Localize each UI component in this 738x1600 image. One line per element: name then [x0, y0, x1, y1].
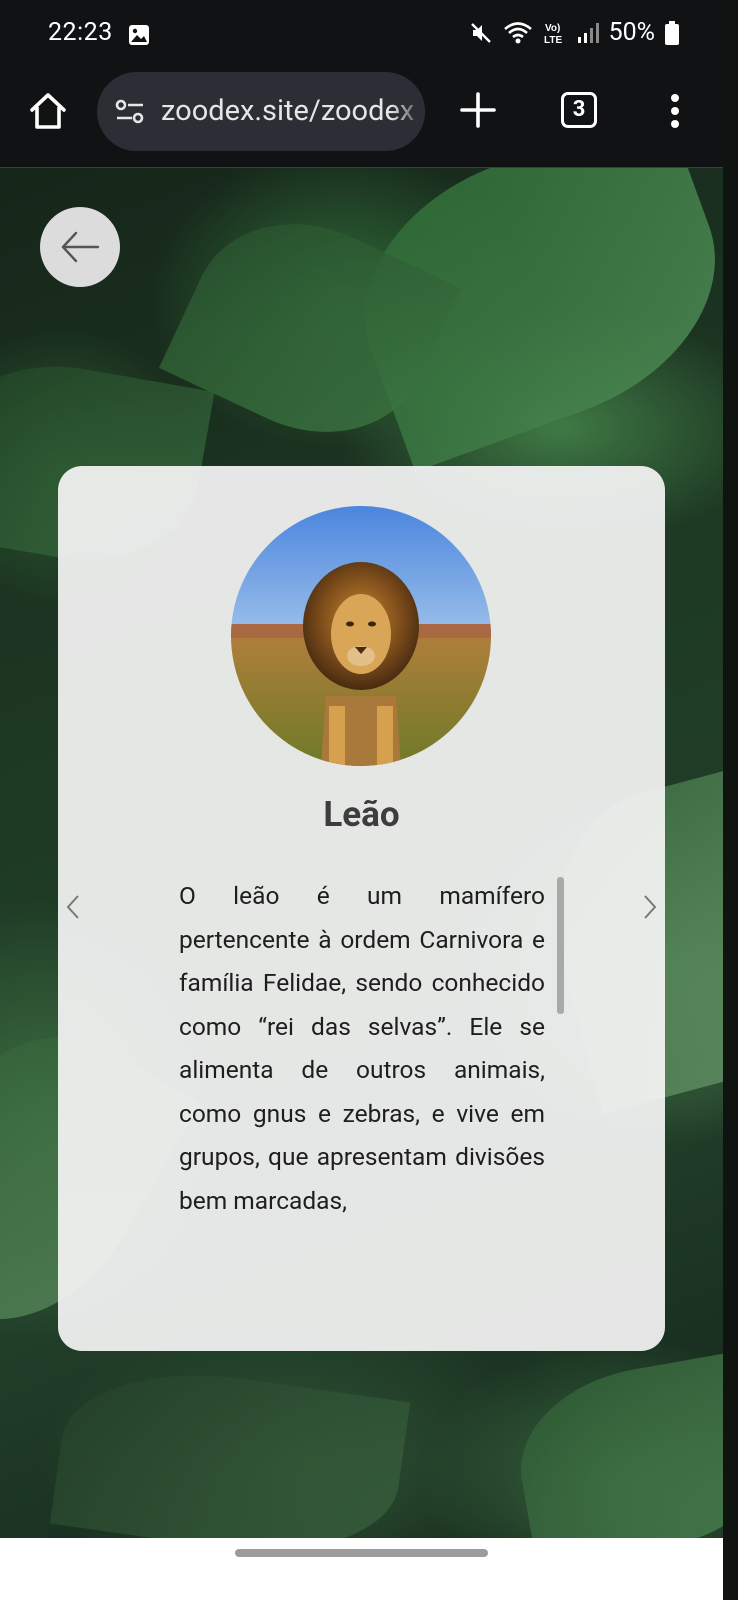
- leaf-decoration: [49, 1355, 411, 1538]
- status-time: 22:23: [48, 18, 113, 47]
- animal-name: Leão: [323, 794, 400, 835]
- lion-image: [231, 506, 491, 766]
- volte-icon: Vo) LTE: [544, 23, 562, 46]
- battery-percent: 50%: [608, 18, 655, 47]
- site-settings-icon[interactable]: [115, 99, 145, 125]
- arrow-left-icon: [61, 231, 100, 263]
- mute-icon: [470, 22, 491, 43]
- animal-card: Leão O leão é um mamífero pertencente à …: [58, 466, 665, 1351]
- wifi-icon: [503, 21, 532, 43]
- browser-toolbar: zoodex.site/zoodex 3: [0, 70, 723, 168]
- animal-description: O leão é um mamífero pertencente à ordem…: [179, 881, 545, 1215]
- gallery-icon: [129, 25, 149, 45]
- page-background: Leão O leão é um mamífero pertencente à …: [0, 168, 723, 1538]
- address-bar[interactable]: zoodex.site/zoodex: [97, 72, 425, 151]
- signal-icon: [577, 22, 599, 43]
- status-bar: 22:23 Vo) LTE 50%: [0, 0, 723, 70]
- svg-text:LTE: LTE: [544, 35, 562, 46]
- home-icon[interactable]: [28, 90, 68, 132]
- plus-icon[interactable]: [460, 92, 496, 128]
- animal-photo: [231, 506, 491, 766]
- gesture-handle[interactable]: [235, 1549, 488, 1557]
- status-icons: Vo) LTE 50%: [469, 18, 679, 47]
- back-button[interactable]: [40, 207, 120, 287]
- battery-icon: [665, 20, 679, 45]
- chevron-right-icon[interactable]: [643, 894, 657, 920]
- system-nav-bar: [0, 1538, 723, 1600]
- description-scroll-area[interactable]: O leão é um mamífero pertencente à ordem…: [179, 874, 545, 1284]
- svg-text:Vo): Vo): [545, 23, 560, 34]
- chevron-left-icon[interactable]: [66, 894, 80, 920]
- url-text[interactable]: zoodex.site/zoodex: [161, 94, 417, 128]
- tab-switcher-button[interactable]: 3: [561, 92, 597, 128]
- description-scrollbar[interactable]: [557, 877, 564, 1014]
- url-fade: [391, 72, 425, 151]
- leaf-decoration: [506, 1346, 723, 1538]
- more-vert-icon[interactable]: [669, 94, 681, 130]
